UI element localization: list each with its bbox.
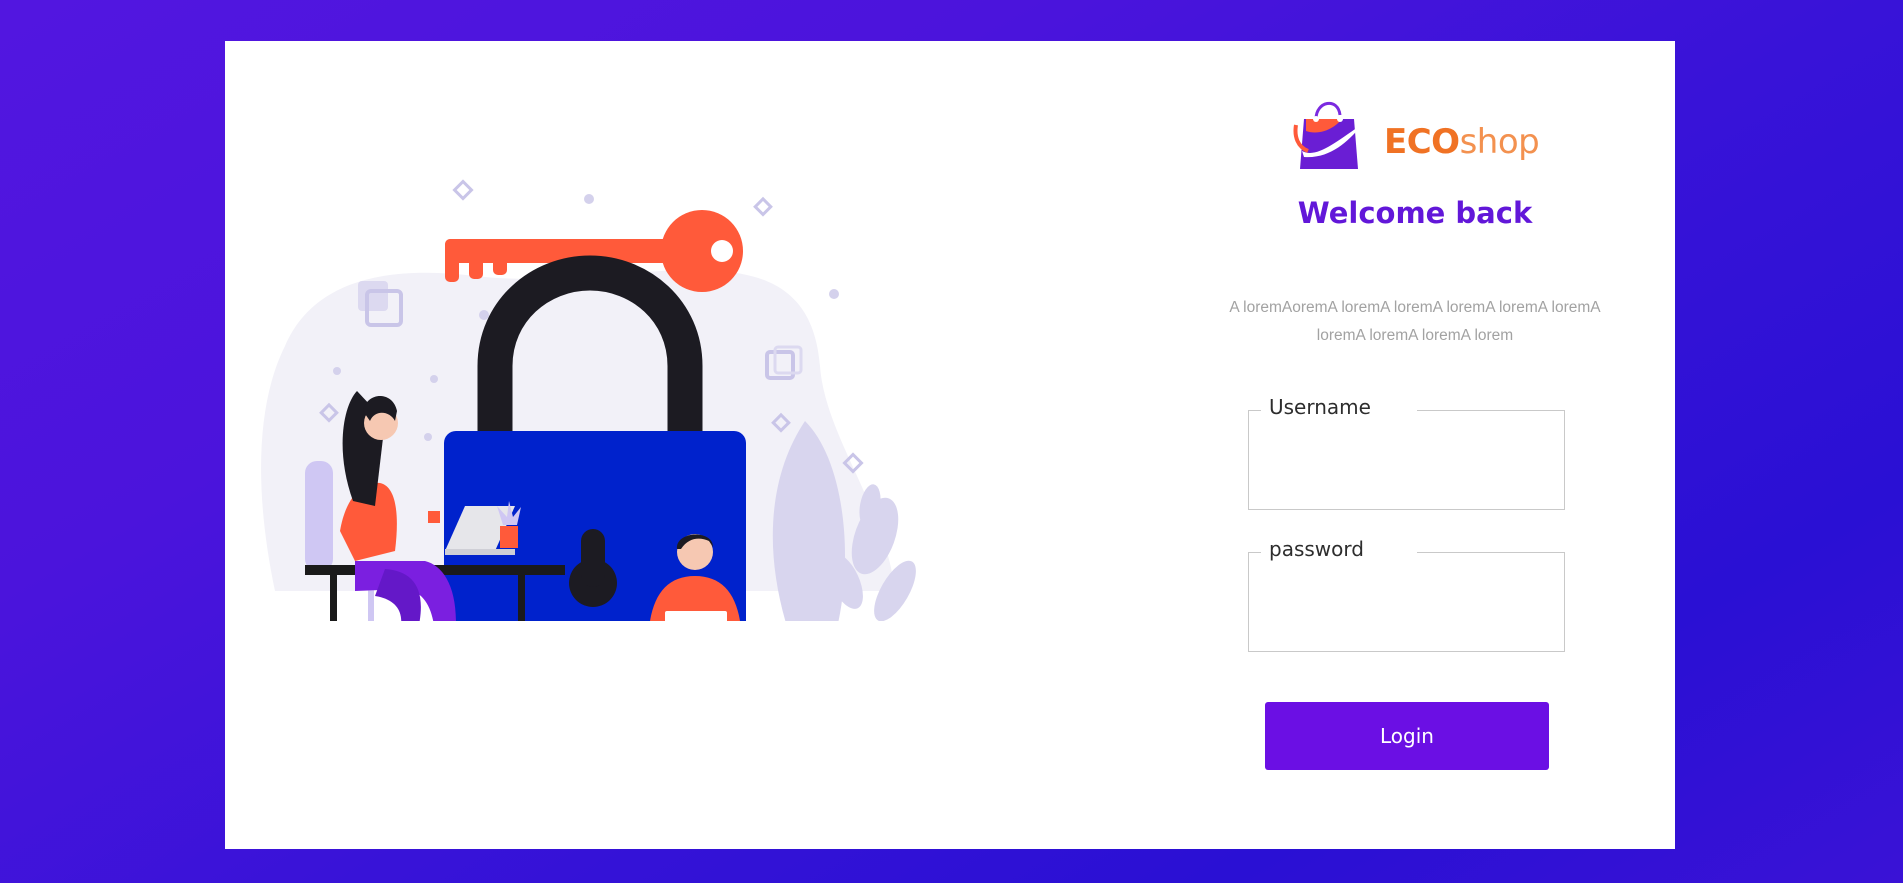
page-title: Welcome back (1297, 196, 1533, 230)
dot (829, 289, 839, 299)
diamond-shape (753, 196, 773, 217)
dot (430, 375, 438, 383)
login-card: ECOshop Welcome back A loremAoremA lorem… (225, 41, 1675, 849)
password-label: password (1261, 537, 1417, 561)
brand-name-eco: ECO (1384, 122, 1460, 162)
username-label: Username (1261, 395, 1417, 419)
shopping-bag-icon (1293, 102, 1364, 169)
dot (479, 310, 489, 320)
brand-name-shop: shop (1459, 122, 1540, 162)
brand-name: ECOshop (1384, 122, 1540, 162)
brand-logo: ECOshop (1292, 91, 1542, 171)
diamond-shape (452, 179, 474, 201)
username-field[interactable]: Username (1248, 395, 1565, 510)
dot (424, 433, 432, 441)
square-shape (358, 281, 388, 311)
password-field[interactable]: password (1248, 537, 1565, 652)
username-input[interactable] (1263, 441, 1552, 493)
dot (584, 194, 594, 204)
login-panel: ECOshop Welcome back A loremAoremA lorem… (1160, 91, 1670, 791)
dot (333, 367, 341, 375)
login-button[interactable]: Login (1265, 702, 1549, 770)
security-illustration (261, 179, 916, 621)
password-input[interactable] (1263, 583, 1552, 635)
subtitle-text: A loremAoremA loremA loremA loremA lorem… (1229, 299, 1601, 344)
